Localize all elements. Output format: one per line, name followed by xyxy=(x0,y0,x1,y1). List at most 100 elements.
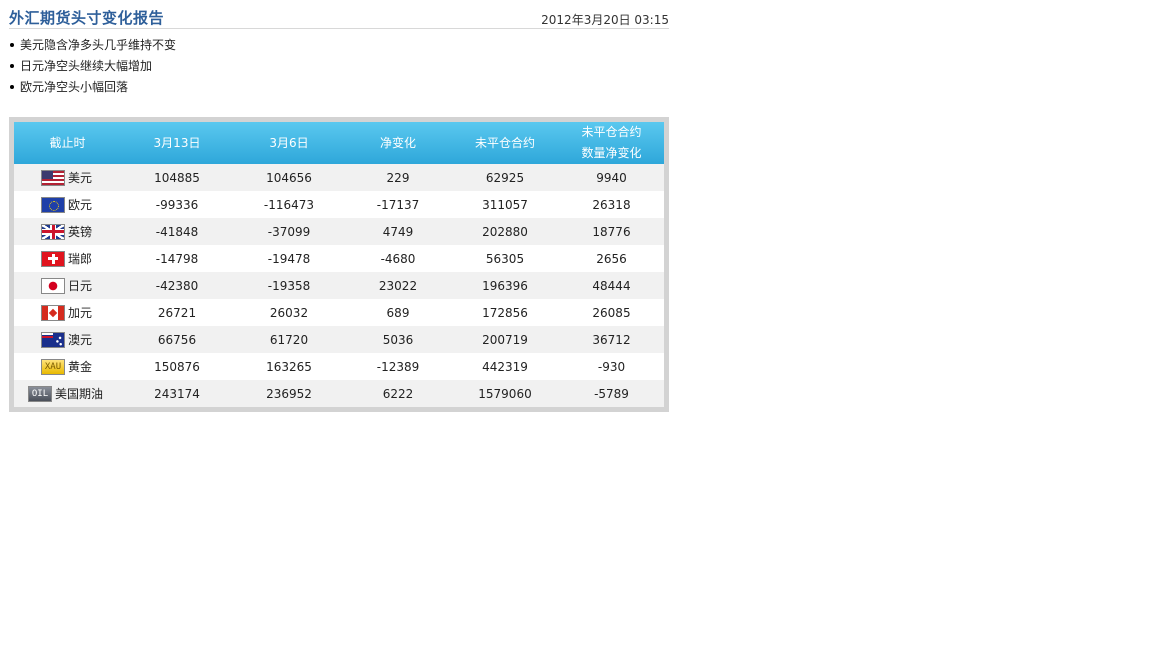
cell-mar13: 104885 xyxy=(121,164,233,191)
cell-open-interest: 56305 xyxy=(451,245,559,272)
currency-name: 美国期油 xyxy=(55,387,104,401)
cell-mar13: -99336 xyxy=(121,191,233,218)
report-datetime: 2012年3月20日 03:15 xyxy=(541,13,669,27)
page-title: 外汇期货头寸变化报告 xyxy=(9,9,165,27)
cell-mar13: -14798 xyxy=(121,245,233,272)
cell-net-change: -12389 xyxy=(345,353,451,380)
cell-net-change: 6222 xyxy=(345,380,451,407)
cell-mar6: -116473 xyxy=(233,191,345,218)
report-header: 外汇期货头寸变化报告 2012年3月20日 03:15 xyxy=(9,7,669,29)
cell-net-change: 23022 xyxy=(345,272,451,299)
positions-panel: 截止时 3月13日 3月6日 净变化 未平仓合约 未平仓合约数量净变化 美元 1… xyxy=(9,117,669,412)
currency-cell: 日元 xyxy=(14,272,121,299)
cell-oi-change: -930 xyxy=(559,353,664,380)
currency-name: 黄金 xyxy=(68,360,93,374)
summary-item: 美元隐含净多头几乎维持不变 xyxy=(9,37,176,58)
us-flag-icon xyxy=(41,169,65,186)
cell-open-interest: 1579060 xyxy=(451,380,559,407)
table-row: 瑞郎 -14798 -19478 -4680 56305 2656 xyxy=(14,245,664,272)
cell-mar13: 26721 xyxy=(121,299,233,326)
australia-flag-icon xyxy=(41,331,65,348)
cell-oi-change: 18776 xyxy=(559,218,664,245)
cell-mar6: -19358 xyxy=(233,272,345,299)
canada-flag-icon xyxy=(41,304,65,321)
cell-mar6: -19478 xyxy=(233,245,345,272)
table-row: XAU 黄金 150876 163265 -12389 442319 -930 xyxy=(14,353,664,380)
swiss-flag-icon xyxy=(41,250,65,267)
cell-mar6: 61720 xyxy=(233,326,345,353)
cell-net-change: 4749 xyxy=(345,218,451,245)
cell-mar13: 243174 xyxy=(121,380,233,407)
cell-mar6: 26032 xyxy=(233,299,345,326)
currency-cell: 美元 xyxy=(14,164,121,191)
currency-name: 澳元 xyxy=(68,333,93,347)
currency-cell: 瑞郎 xyxy=(14,245,121,272)
summary-item: 日元净空头继续大幅增加 xyxy=(9,58,176,79)
summary-text: 欧元净空头小幅回落 xyxy=(20,80,129,94)
bullet-icon xyxy=(10,43,14,47)
cell-oi-change: 26318 xyxy=(559,191,664,218)
cell-mar6: 236952 xyxy=(233,380,345,407)
table-row: OIL 美国期油 243174 236952 6222 1579060 -5789 xyxy=(14,380,664,407)
cell-mar6: -37099 xyxy=(233,218,345,245)
cell-oi-change: 36712 xyxy=(559,326,664,353)
table-header-row: 截止时 3月13日 3月6日 净变化 未平仓合约 未平仓合约数量净变化 xyxy=(14,122,664,164)
cell-oi-change: 9940 xyxy=(559,164,664,191)
gold-xau-icon: XAU xyxy=(41,358,65,375)
currency-cell: 英镑 xyxy=(14,218,121,245)
cell-mar13: -42380 xyxy=(121,272,233,299)
oil-icon: OIL xyxy=(28,385,52,402)
table-row: 日元 -42380 -19358 23022 196396 48444 xyxy=(14,272,664,299)
cell-open-interest: 442319 xyxy=(451,353,559,380)
col-header-open-interest: 未平仓合约 xyxy=(451,122,559,164)
cell-oi-change: 2656 xyxy=(559,245,664,272)
col-header-oi-change-line1: 未平仓合约 xyxy=(581,125,642,139)
cell-open-interest: 200719 xyxy=(451,326,559,353)
cell-net-change: 229 xyxy=(345,164,451,191)
currency-name: 瑞郎 xyxy=(68,252,93,266)
cell-mar13: -41848 xyxy=(121,218,233,245)
currency-cell: 加元 xyxy=(14,299,121,326)
cell-oi-change: -5789 xyxy=(559,380,664,407)
col-header-oi-change-line2: 数量净变化 xyxy=(581,146,642,160)
bullet-icon xyxy=(10,64,14,68)
cell-open-interest: 202880 xyxy=(451,218,559,245)
cell-open-interest: 311057 xyxy=(451,191,559,218)
cell-net-change: -4680 xyxy=(345,245,451,272)
summary-item: 欧元净空头小幅回落 xyxy=(9,79,176,100)
currency-name: 加元 xyxy=(68,306,93,320)
positions-table: 截止时 3月13日 3月6日 净变化 未平仓合约 未平仓合约数量净变化 美元 1… xyxy=(14,122,664,407)
cell-mar6: 163265 xyxy=(233,353,345,380)
cell-open-interest: 196396 xyxy=(451,272,559,299)
table-row: 美元 104885 104656 229 62925 9940 xyxy=(14,164,664,191)
table-row: 澳元 66756 61720 5036 200719 36712 xyxy=(14,326,664,353)
uk-flag-icon xyxy=(41,223,65,240)
japan-flag-icon xyxy=(41,277,65,294)
cell-oi-change: 48444 xyxy=(559,272,664,299)
cell-net-change: 5036 xyxy=(345,326,451,353)
currency-cell: XAU 黄金 xyxy=(14,353,121,380)
col-header-oi-change: 未平仓合约数量净变化 xyxy=(559,122,664,164)
cell-oi-change: 26085 xyxy=(559,299,664,326)
currency-name: 欧元 xyxy=(68,198,93,212)
col-header-net-change: 净变化 xyxy=(345,122,451,164)
currency-cell: OIL 美国期油 xyxy=(14,380,121,407)
col-header-mar6: 3月6日 xyxy=(233,122,345,164)
cell-mar6: 104656 xyxy=(233,164,345,191)
currency-cell: 欧元 xyxy=(14,191,121,218)
cell-mar13: 150876 xyxy=(121,353,233,380)
col-header-mar13: 3月13日 xyxy=(121,122,233,164)
cell-net-change: -17137 xyxy=(345,191,451,218)
cell-open-interest: 62925 xyxy=(451,164,559,191)
currency-cell: 澳元 xyxy=(14,326,121,353)
bullet-icon xyxy=(10,85,14,89)
summary-text: 美元隐含净多头几乎维持不变 xyxy=(20,38,177,52)
col-header-deadline: 截止时 xyxy=(14,122,121,164)
cell-mar13: 66756 xyxy=(121,326,233,353)
summary-text: 日元净空头继续大幅增加 xyxy=(20,59,153,73)
cell-net-change: 689 xyxy=(345,299,451,326)
cell-open-interest: 172856 xyxy=(451,299,559,326)
table-row: 欧元 -99336 -116473 -17137 311057 26318 xyxy=(14,191,664,218)
table-row: 英镑 -41848 -37099 4749 202880 18776 xyxy=(14,218,664,245)
summary-list: 美元隐含净多头几乎维持不变 日元净空头继续大幅增加 欧元净空头小幅回落 xyxy=(9,37,176,100)
